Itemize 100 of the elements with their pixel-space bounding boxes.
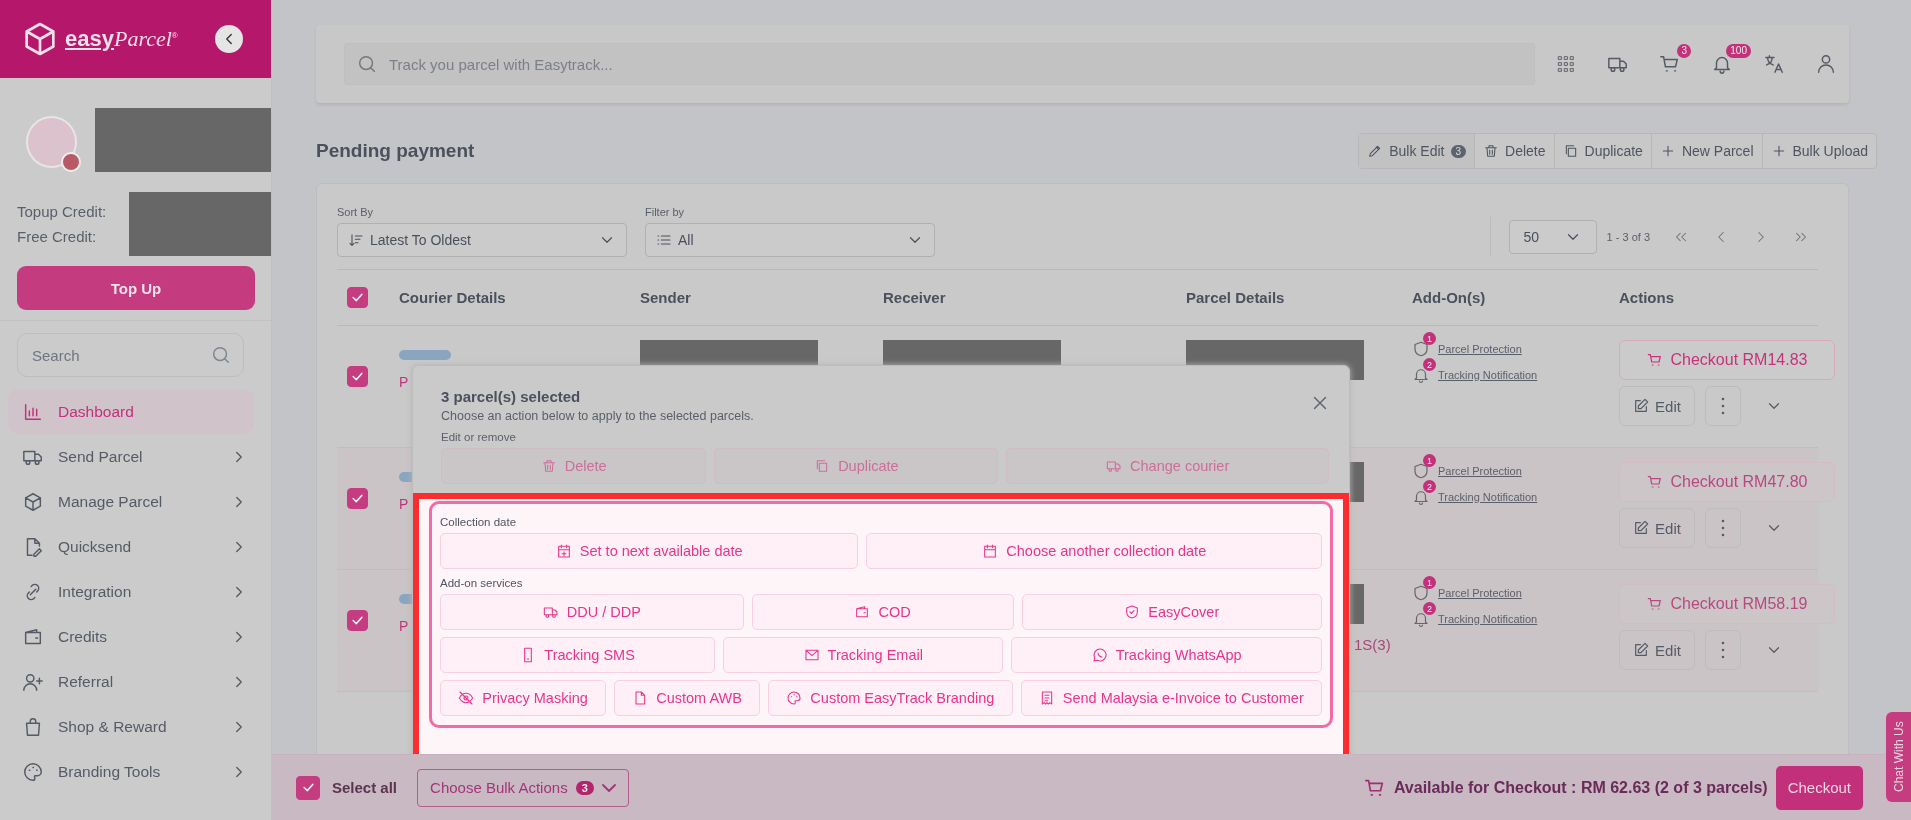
action-button[interactable]: Tracking Email	[723, 637, 1004, 673]
select-all-label: Select all	[332, 779, 398, 796]
nav-item[interactable]: Send Parcel	[8, 434, 254, 479]
count-badge: 2	[1423, 602, 1436, 615]
nav-item[interactable]: Referral	[8, 659, 254, 704]
checkbox[interactable]	[347, 366, 368, 387]
action-button[interactable]: Privacy Masking	[440, 680, 606, 716]
addon-link[interactable]: Parcel Protection	[1438, 465, 1522, 477]
nav-item[interactable]: Shop & Reward	[8, 704, 254, 749]
action-button[interactable]: Delete	[441, 448, 707, 484]
section-label: Collection date	[440, 516, 518, 528]
parcel-detail-text: 1S(3)	[1354, 636, 1391, 653]
nav-item[interactable]: Manage Parcel	[8, 479, 254, 524]
top-up-button[interactable]: Top Up	[17, 266, 255, 310]
dropdown[interactable]: Latest To Oldest	[337, 223, 627, 257]
action-button[interactable]: Tracking SMS	[440, 637, 716, 673]
edit-button[interactable]: Edit	[1619, 386, 1695, 426]
search-field[interactable]: Search	[17, 333, 244, 377]
shield-icon	[1412, 584, 1430, 602]
courier-name: P	[399, 618, 409, 634]
toolbar-button[interactable]: Duplicate	[1553, 134, 1651, 168]
column-header: Add-On(s)	[1412, 289, 1487, 306]
trash-icon	[540, 458, 557, 474]
grid-icon	[1555, 53, 1577, 75]
courier-name: P	[399, 496, 409, 512]
checkbox[interactable]	[296, 775, 320, 800]
credit-label: Free Credit:	[17, 228, 98, 245]
action-button[interactable]: DDU / DDP	[440, 594, 744, 630]
action-button[interactable]: Custom AWB	[614, 680, 761, 716]
action-button[interactable]: EasyCover	[1021, 594, 1322, 630]
cart-icon	[1646, 474, 1663, 490]
wallet-icon	[854, 604, 871, 620]
checkbox[interactable]	[347, 610, 368, 631]
addon-link[interactable]: Tracking Notification	[1438, 613, 1538, 625]
chat-tab[interactable]: Chat With Us	[1886, 712, 1911, 802]
notification-count-badge: 100	[1726, 44, 1751, 58]
checkbox[interactable]	[347, 287, 368, 308]
edit-icon	[1633, 398, 1650, 414]
toolbar-button[interactable]: New Parcel	[1650, 134, 1762, 168]
checkout-button[interactable]: Checkout RM14.83	[1619, 340, 1835, 380]
addon-link[interactable]: Tracking Notification	[1438, 369, 1538, 381]
addon-link[interactable]: Parcel Protection	[1438, 587, 1522, 599]
dropdown[interactable]: All	[645, 223, 935, 257]
checkout-button[interactable]: Checkout	[1775, 765, 1863, 810]
action-button[interactable]: COD	[751, 594, 1014, 630]
nav-item[interactable]: Dashboard	[8, 389, 254, 434]
list-icon	[656, 232, 672, 248]
action-button[interactable]: Send Malaysia e-Invoice to Customer	[1020, 680, 1322, 716]
palette-icon	[786, 690, 803, 706]
vertical-dots-icon	[1721, 641, 1725, 659]
toolbar-button[interactable]: Delete	[1474, 134, 1554, 168]
bell-icon	[1412, 488, 1430, 506]
checkout-button[interactable]: Checkout RM47.80	[1619, 462, 1835, 502]
checkout-summary: Available for Checkout : RM 62.63 (2 of 3 parcels)	[1393, 778, 1768, 797]
cart-icon	[1659, 53, 1681, 75]
bulk-actions-dropdown[interactable]: Choose Bulk Actions 3	[417, 768, 629, 807]
dialog-subtitle: Choose an action below to apply to the selected parcels.	[441, 409, 754, 423]
count-badge: 2	[1423, 358, 1436, 371]
nav-item[interactable]: Integration	[8, 569, 254, 614]
trash-icon	[1483, 143, 1500, 159]
page-size-dropdown[interactable]: 50	[1508, 220, 1597, 254]
edit-icon	[1633, 520, 1650, 536]
user-icon	[1815, 53, 1837, 75]
shield-icon	[1412, 340, 1430, 358]
nav-item[interactable]: Quicksend	[8, 524, 254, 569]
nav-item[interactable]: Credits	[8, 614, 254, 659]
courier-logo	[399, 350, 451, 360]
calendar-icon	[982, 543, 999, 559]
collapse-button[interactable]	[215, 25, 243, 53]
action-button[interactable]: Duplicate	[714, 448, 999, 484]
action-button[interactable]: Choose another collection date	[866, 533, 1322, 569]
toolbar-button[interactable]: Bulk Edit 3	[1359, 134, 1475, 168]
nav-item[interactable]: Branding Tools	[8, 749, 254, 794]
shield-check-icon	[1124, 604, 1141, 620]
section-label: Add-on services	[440, 577, 524, 589]
checkout-button[interactable]: Checkout RM58.19	[1619, 584, 1835, 624]
filter-label: Sort By	[337, 206, 375, 218]
logo-text: easyParcel$^{®}$	[65, 26, 178, 52]
action-button[interactable]: Tracking WhatsApp	[1011, 637, 1322, 673]
edit-button[interactable]: Edit	[1619, 508, 1695, 548]
credit-label: Topup Credit:	[17, 203, 107, 220]
box-icon	[22, 490, 44, 513]
edit-icon	[1633, 642, 1650, 658]
cart-button[interactable]: 3	[1659, 44, 1691, 75]
action-button[interactable]: Custom EasyTrack Branding	[768, 680, 1013, 716]
mail-icon	[803, 647, 820, 663]
addon-link[interactable]: Tracking Notification	[1438, 491, 1538, 503]
edit-button[interactable]: Edit	[1619, 630, 1695, 670]
action-button[interactable]: Set to next available date	[440, 533, 859, 569]
section-label: Edit or remove	[441, 431, 517, 443]
addon-link[interactable]: Parcel Protection	[1438, 343, 1522, 355]
toolbar-button[interactable]: Bulk Upload	[1761, 134, 1876, 168]
checkbox[interactable]	[347, 488, 368, 509]
count-badge: 1	[1423, 332, 1436, 345]
sort-icon	[348, 232, 364, 248]
palette-icon	[22, 760, 44, 783]
chevron-down-icon	[601, 783, 616, 792]
chat-bubble-icon	[1091, 647, 1108, 663]
action-button[interactable]: Change courier	[1006, 448, 1329, 484]
track-search-field[interactable]: Track you parcel with Easytrack...	[344, 43, 1535, 85]
